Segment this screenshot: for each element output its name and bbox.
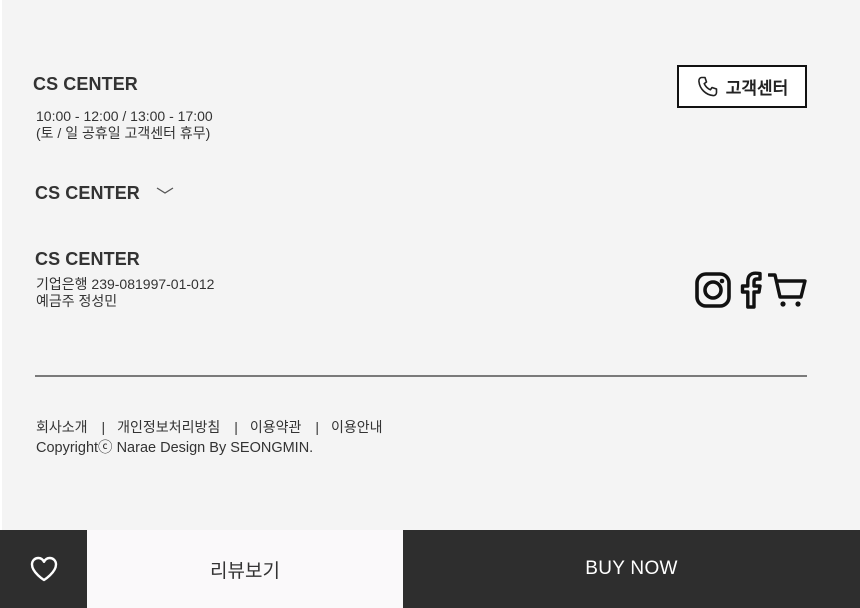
cs-hours: 10:00 - 12:00 / 13:00 - 17:00 — [36, 108, 213, 124]
bottom-action-bar: 리뷰보기 BUY NOW — [0, 530, 860, 608]
footer-divider — [35, 375, 807, 377]
phone-icon — [697, 76, 718, 96]
buy-now-button[interactable]: BUY NOW — [403, 530, 860, 608]
heart-icon — [30, 556, 57, 582]
cs-center-toggle[interactable]: CS CENTER — [35, 183, 140, 204]
account-holder: 예금주 정성민 — [36, 293, 118, 309]
customer-center-button[interactable]: 고객센터 — [677, 65, 807, 108]
chevron-down-icon[interactable] — [156, 184, 174, 196]
facebook-icon[interactable] — [738, 270, 764, 310]
cart-icon[interactable] — [768, 270, 808, 310]
link-separator: | — [101, 419, 106, 435]
cs-center-title: CS CENTER — [33, 74, 138, 94]
footer-links: 회사소개 | 개인정보처리방침 | 이용약관 | 이용안내 — [36, 417, 383, 437]
link-separator: | — [315, 419, 320, 435]
link-guide[interactable]: 이용안내 — [331, 417, 383, 437]
customer-center-label: 고객센터 — [725, 79, 789, 98]
link-terms[interactable]: 이용약관 — [250, 417, 302, 437]
link-privacy-policy[interactable]: 개인정보처리방침 — [117, 417, 220, 437]
link-company-intro[interactable]: 회사소개 — [36, 417, 88, 437]
copyright-text: Copyrightⓒ Narae Design By SEONGMIN. — [36, 440, 314, 456]
bank-info-title: CS CENTER — [35, 249, 140, 269]
cs-holiday-note: (토 / 일 공휴일 고객센터 휴무) — [36, 125, 211, 141]
wishlist-button[interactable] — [0, 530, 87, 608]
view-reviews-button[interactable]: 리뷰보기 — [87, 530, 403, 608]
instagram-icon[interactable] — [694, 270, 732, 310]
link-separator: | — [234, 419, 238, 435]
bank-account: 기업은행 239-081997-01-012 — [36, 276, 215, 292]
